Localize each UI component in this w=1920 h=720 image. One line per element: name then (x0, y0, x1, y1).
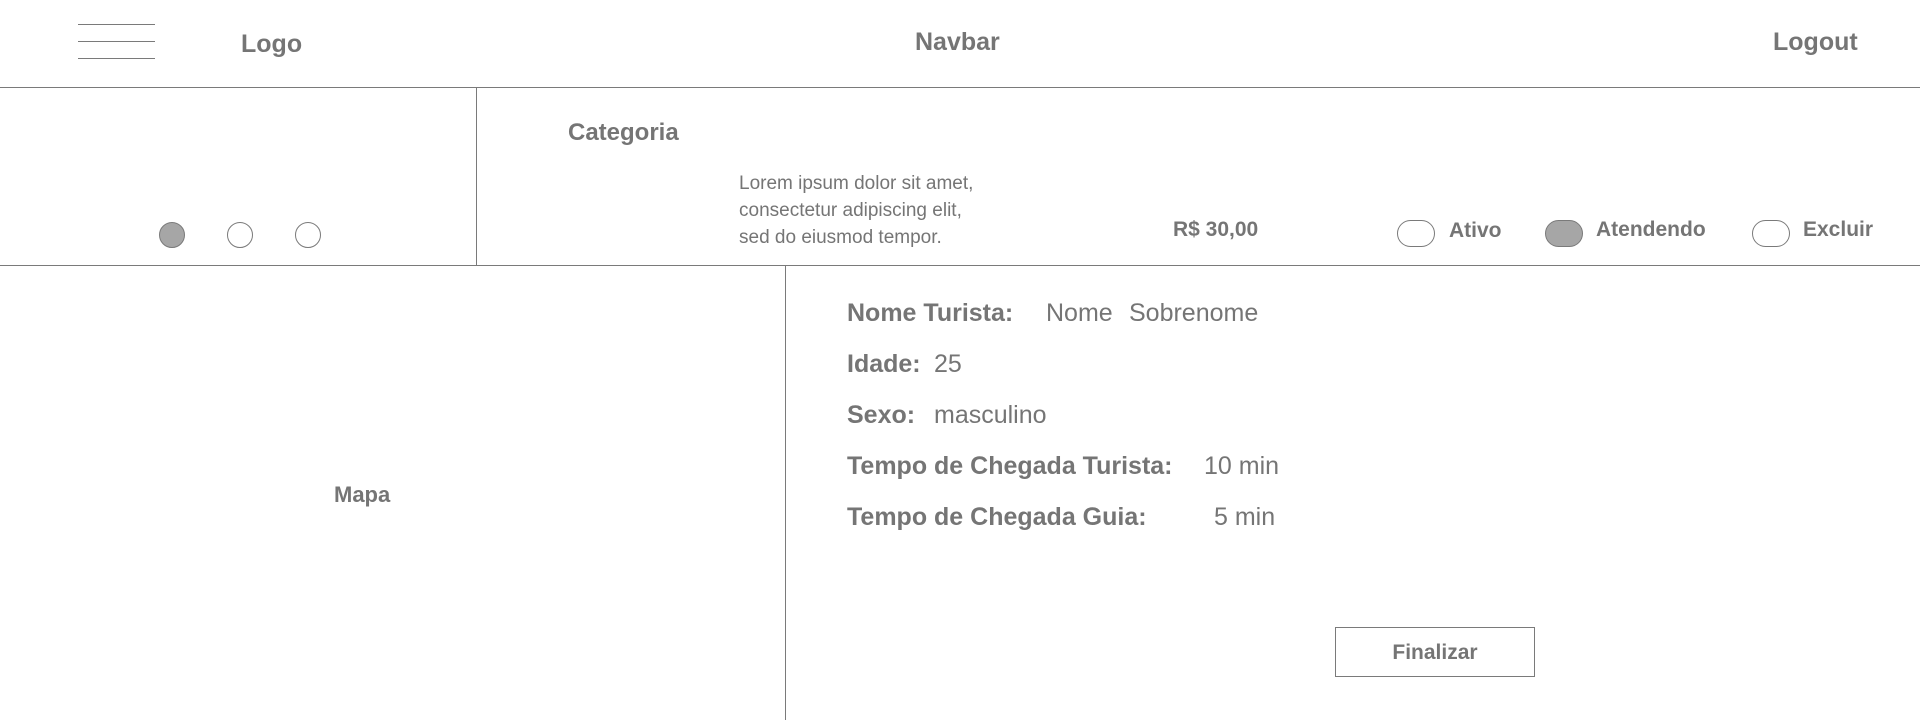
logo[interactable]: Logo (241, 30, 302, 59)
navbar-divider (0, 87, 1920, 88)
finalize-button[interactable]: Finalizar (1335, 627, 1535, 677)
tourist-arrival-value: 10 min (1204, 452, 1280, 480)
tourist-last-name: Sobrenome (1129, 299, 1259, 327)
guide-arrival-label: Tempo de Chegada Guia: (847, 503, 1147, 531)
description-line: sed do eiusmod tempor. (739, 227, 942, 248)
carousel-dot-2[interactable] (227, 222, 253, 248)
carousel-dot-3[interactable] (295, 222, 321, 248)
service-description: Lorem ipsum dolor sit amet, consectetur … (739, 170, 1039, 251)
status-label-excluir: Excluir (1803, 218, 1874, 241)
status-label-atendendo: Atendendo (1596, 218, 1706, 241)
age-label: Idade: (847, 350, 921, 378)
status-toggle-atendendo[interactable] (1545, 220, 1583, 247)
carousel-dot-1[interactable] (159, 222, 185, 248)
description-line: consectetur adipiscing elit, (739, 200, 962, 221)
sex-label: Sexo: (847, 401, 916, 429)
status-toggle-excluir[interactable] (1752, 220, 1790, 247)
guide-arrival-value: 5 min (1214, 503, 1276, 531)
hamburger-menu-icon[interactable] (78, 24, 155, 60)
age-value: 25 (934, 350, 962, 378)
logout-link[interactable]: Logout (1773, 28, 1858, 57)
map-divider (785, 265, 786, 720)
map-placeholder[interactable]: Mapa (334, 482, 390, 508)
service-price: R$ 30,00 (1173, 218, 1259, 241)
tourist-arrival-label: Tempo de Chegada Turista: (847, 452, 1173, 480)
tourist-first-name: Nome (1046, 299, 1113, 327)
carousel-divider (476, 87, 477, 265)
service-row-divider (0, 265, 1920, 266)
sex-value: masculino (934, 401, 1047, 429)
tourist-name-label: Nome Turista: (847, 299, 1014, 327)
description-line: Lorem ipsum dolor sit amet, (739, 173, 974, 194)
status-label-ativo: Ativo (1449, 219, 1502, 242)
category-title: Categoria (568, 119, 679, 146)
status-toggle-ativo[interactable] (1397, 220, 1435, 247)
navbar-title: Navbar (915, 28, 1000, 56)
